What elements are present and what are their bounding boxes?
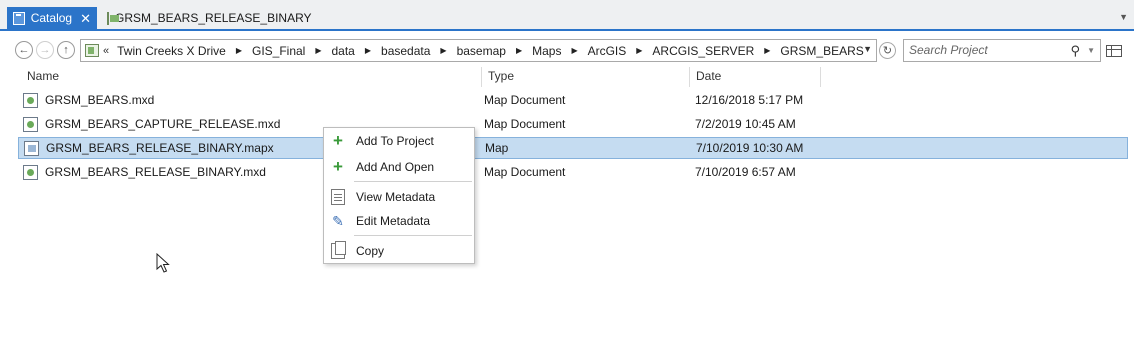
refresh-icon[interactable]: ↻ bbox=[879, 42, 896, 59]
row-name: GRSM_BEARS_CAPTURE_RELEASE.mxd bbox=[45, 117, 281, 131]
chevron-down-icon[interactable]: ▼ bbox=[1087, 40, 1095, 61]
menu-separator bbox=[354, 235, 472, 236]
row-name: GRSM_BEARS_RELEASE_BINARY.mapx bbox=[46, 141, 274, 155]
row-name: GRSM_BEARS.mxd bbox=[45, 93, 155, 107]
context-menu: + Add To Project + Add And Open View Met… bbox=[323, 127, 475, 264]
mxd-file-icon bbox=[23, 117, 38, 132]
menu-item-view-metadata[interactable]: View Metadata bbox=[324, 186, 474, 208]
pencil-icon: ✎ bbox=[332, 213, 344, 229]
tab-map-label: GRSM_BEARS_RELEASE_BINARY bbox=[115, 11, 312, 25]
breadcrumb-item[interactable]: GIS_Final bbox=[252, 44, 305, 58]
breadcrumb-separator-icon[interactable]: ▶ bbox=[440, 46, 446, 55]
row-date: 7/10/2019 6:57 AM bbox=[695, 165, 796, 179]
menu-item-label: View Metadata bbox=[356, 190, 436, 204]
breadcrumb-separator-icon[interactable]: ▶ bbox=[315, 46, 321, 55]
breadcrumb-item[interactable]: basemap bbox=[457, 44, 506, 58]
details-view-icon[interactable] bbox=[1106, 45, 1122, 57]
search-icon[interactable]: ⚲ bbox=[1070, 40, 1080, 61]
copy-icon bbox=[331, 241, 346, 259]
search-placeholder: Search Project bbox=[909, 43, 988, 57]
table-row[interactable]: GRSM_BEARS_RELEASE_BINARY.mxd Map Docume… bbox=[18, 162, 1128, 184]
row-name: GRSM_BEARS_RELEASE_BINARY.mxd bbox=[45, 165, 266, 179]
menu-item-edit-metadata[interactable]: ✎ Edit Metadata bbox=[324, 210, 474, 232]
breadcrumb-separator-icon[interactable]: ▶ bbox=[365, 46, 371, 55]
folder-connection-icon bbox=[85, 44, 99, 57]
mapx-file-icon bbox=[24, 141, 39, 156]
mouse-pointer-icon bbox=[156, 253, 170, 273]
column-header-name[interactable]: Name bbox=[21, 67, 482, 87]
plus-icon: + bbox=[333, 131, 343, 150]
back-arrow-icon[interactable]: ← bbox=[15, 41, 33, 59]
tab-map[interactable]: GRSM_BEARS_RELEASE_BINARY bbox=[101, 7, 312, 29]
chevron-down-icon[interactable]: ▼ bbox=[863, 44, 872, 54]
row-date: 12/16/2018 5:17 PM bbox=[695, 93, 804, 107]
row-type: Map bbox=[485, 141, 509, 155]
column-header-type[interactable]: Type bbox=[482, 67, 690, 87]
breadcrumb-item[interactable]: Twin Creeks X Drive bbox=[117, 44, 226, 58]
plus-icon: + bbox=[333, 157, 343, 176]
breadcrumb-overflow[interactable]: « bbox=[103, 45, 109, 57]
metadata-icon bbox=[331, 189, 345, 205]
tab-catalog[interactable]: Catalog ✕ bbox=[7, 7, 97, 29]
address-bar[interactable]: « Twin Creeks X Drive ▶ GIS_Final ▶ data… bbox=[80, 39, 877, 62]
breadcrumb-item[interactable]: basedata bbox=[381, 44, 430, 58]
navigation-bar: ← → ↑ « Twin Creeks X Drive ▶ GIS_Final … bbox=[0, 36, 1134, 64]
menu-separator bbox=[354, 181, 472, 182]
forward-arrow-icon[interactable]: → bbox=[36, 41, 54, 59]
breadcrumb-item[interactable]: ARCGIS_SERVER bbox=[652, 44, 754, 58]
row-type: Map Document bbox=[484, 165, 566, 179]
breadcrumb-separator-icon[interactable]: ▶ bbox=[236, 46, 242, 55]
catalog-icon bbox=[13, 11, 25, 25]
row-type: Map Document bbox=[484, 117, 566, 131]
map-icon bbox=[107, 11, 119, 25]
column-header-date[interactable]: Date bbox=[690, 67, 821, 87]
row-date: 7/10/2019 10:30 AM bbox=[696, 141, 804, 155]
mxd-file-icon bbox=[23, 165, 38, 180]
close-icon[interactable]: ✕ bbox=[80, 12, 91, 25]
table-row[interactable]: GRSM_BEARS_CAPTURE_RELEASE.mxd Map Docum… bbox=[18, 114, 1128, 136]
up-arrow-icon[interactable]: ↑ bbox=[57, 41, 75, 59]
menu-item-copy[interactable]: Copy bbox=[324, 240, 474, 262]
breadcrumb-item[interactable]: Maps bbox=[532, 44, 561, 58]
breadcrumb-separator-icon[interactable]: ▶ bbox=[516, 46, 522, 55]
breadcrumb-item[interactable]: GRSM_BEARS bbox=[780, 44, 863, 58]
row-date: 7/2/2019 10:45 AM bbox=[695, 117, 796, 131]
table-row[interactable]: GRSM_BEARS.mxd Map Document 12/16/2018 5… bbox=[18, 90, 1128, 112]
menu-item-label: Copy bbox=[356, 244, 385, 258]
mxd-file-icon bbox=[23, 93, 38, 108]
breadcrumb-separator-icon[interactable]: ▶ bbox=[636, 46, 642, 55]
tab-strip: Catalog ✕ GRSM_BEARS_RELEASE_BINARY ▼ bbox=[0, 0, 1134, 31]
table-row-selected[interactable]: GRSM_BEARS_RELEASE_BINARY.mapx Map 7/10/… bbox=[18, 137, 1128, 159]
row-type: Map Document bbox=[484, 93, 566, 107]
breadcrumb-separator-icon[interactable]: ▶ bbox=[571, 46, 577, 55]
tab-underline bbox=[0, 29, 1134, 31]
menu-item-add-and-open[interactable]: + Add And Open bbox=[324, 156, 474, 178]
menu-item-label: Add To Project bbox=[356, 134, 434, 148]
search-input[interactable]: Search Project ⚲ ▼ bbox=[903, 39, 1101, 62]
menu-item-label: Add And Open bbox=[356, 160, 435, 174]
breadcrumb-item[interactable]: data bbox=[332, 44, 355, 58]
chevron-down-icon[interactable]: ▼ bbox=[1119, 12, 1128, 22]
menu-item-label: Edit Metadata bbox=[356, 214, 431, 228]
breadcrumb-item[interactable]: ArcGIS bbox=[588, 44, 627, 58]
breadcrumb-separator-icon[interactable]: ▶ bbox=[764, 46, 770, 55]
menu-item-add-to-project[interactable]: + Add To Project bbox=[324, 130, 474, 152]
tab-catalog-label: Catalog bbox=[30, 11, 73, 25]
